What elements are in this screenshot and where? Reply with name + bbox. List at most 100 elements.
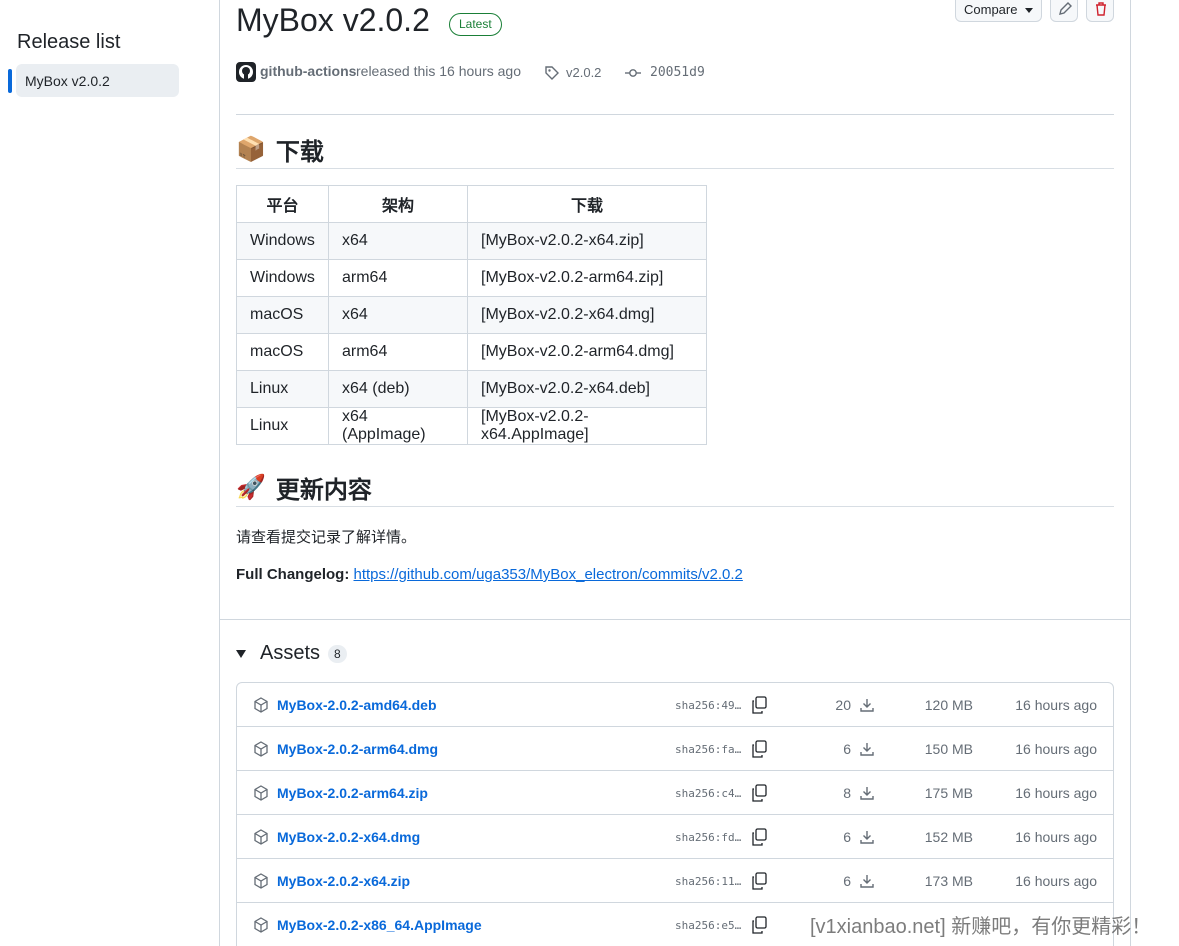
asset-time: 16 hours ago [1015,697,1097,713]
download-icon [860,875,874,888]
asset-size: 150 MB [924,741,973,757]
table-header-row: 平台 架构 下载 [236,185,707,223]
asset-row: MyBox-2.0.2-arm64.zip sha256:c4… 8 175 M… [237,771,1113,815]
table-header: 平台 [236,185,329,223]
release-commit[interactable]: 20051d9 [650,65,705,80]
asset-link[interactable]: MyBox-2.0.2-x64.zip [277,873,410,889]
table-cell: x64 [328,222,468,260]
package-icon [254,829,268,845]
table-cell: macOS [236,296,329,334]
download-heading: 📦 下载 [236,132,324,167]
asset-row: MyBox-2.0.2-x64.zip sha256:11… 6 173 MB … [237,859,1113,903]
asset-link[interactable]: MyBox-2.0.2-arm64.dmg [277,741,438,757]
asset-row: MyBox-2.0.2-amd64.deb sha256:49… 20 120 … [237,683,1113,727]
package-icon [254,917,268,933]
asset-time: 16 hours ago [1015,741,1097,757]
sidebar: Release list MyBox v2.0.2 [0,0,200,946]
asset-link[interactable]: MyBox-2.0.2-x64.dmg [277,829,420,845]
assets-title: Assets [260,642,321,664]
asset-link[interactable]: MyBox-2.0.2-arm64.zip [277,785,428,801]
compare-button[interactable]: Compare [955,0,1042,22]
asset-sha: sha256:11… [675,875,742,888]
download-table: 平台 架构 下载 Windows x64 [MyBox-v2.0.2-x64.z… [236,185,707,445]
asset-link[interactable]: MyBox-2.0.2-x86_64.AppImage [277,917,482,933]
copy-icon[interactable] [751,740,767,758]
table-cell: [MyBox-v2.0.2-x64.dmg] [467,296,707,334]
asset-row: MyBox-2.0.2-x64.dmg sha256:fd… 6 152 MB … [237,815,1113,859]
tag-icon [545,66,559,80]
asset-time: 16 hours ago [1015,785,1097,801]
section-divider [219,619,1131,620]
release-time: released this 16 hours ago [356,63,521,79]
copy-icon[interactable] [751,784,767,802]
table-row: Windows x64 [MyBox-v2.0.2-x64.zip] [236,222,707,260]
table-cell: Linux [236,407,329,445]
triangle-down-icon [236,649,246,658]
sidebar-item-mybox-v2-0-2[interactable]: MyBox v2.0.2 [8,64,179,97]
table-row: macOS x64 [MyBox-v2.0.2-x64.dmg] [236,296,707,334]
changelog-label: Full Changelog: [236,566,350,583]
rocket-icon: 🚀 [236,474,266,501]
assets-count-badge: 8 [328,644,347,663]
updates-text: 请查看提交记录了解详情。 [236,529,417,546]
asset-time: 16 hours ago [1015,829,1097,845]
asset-sha: sha256:c4… [675,787,742,800]
copy-icon[interactable] [751,916,767,934]
asset-size: 173 MB [924,873,973,889]
commit-icon [625,69,641,77]
asset-link[interactable]: MyBox-2.0.2-amd64.deb [277,697,437,713]
table-cell: [MyBox-v2.0.2-x64.AppImage] [467,407,707,445]
asset-download-count: 6 [843,873,851,889]
latest-badge: Latest [449,13,502,36]
table-cell: Windows [236,259,329,297]
asset-download-count: 8 [843,785,851,801]
release-author[interactable]: github-actions [260,63,356,79]
assets-list: MyBox-2.0.2-amd64.deb sha256:49… 20 120 … [236,682,1114,946]
trash-icon [1096,2,1106,16]
asset-sha: sha256:e5… [675,919,742,932]
release-title: MyBox v2.0.2 [236,2,430,38]
asset-time: 16 hours ago [1015,873,1097,889]
table-cell: arm64 [328,333,468,371]
table-row: Linux x64 (deb) [MyBox-v2.0.2-x64.deb] [236,370,707,408]
asset-download-count: 6 [843,829,851,845]
package-icon [254,697,268,713]
asset-size: 175 MB [924,785,973,801]
updates-heading: 🚀 更新内容 [236,470,372,505]
divider [236,114,1114,115]
edit-button[interactable] [1050,0,1078,22]
delete-button[interactable] [1086,0,1114,22]
watermark: [v1xianbao.net] 新赚吧，有你更精彩！ [810,916,1152,938]
release-tag[interactable]: v2.0.2 [566,65,601,80]
table-cell: Linux [236,370,329,408]
asset-sha: sha256:fa… [675,743,742,756]
copy-icon[interactable] [751,872,767,890]
table-header: 下载 [467,185,707,223]
assets-toggle[interactable]: Assets 8 [236,642,347,665]
table-cell: [MyBox-v2.0.2-arm64.zip] [467,259,707,297]
table-cell: arm64 [328,259,468,297]
chevron-down-icon [1025,8,1034,14]
copy-icon[interactable] [751,828,767,846]
table-cell: x64 [328,296,468,334]
package-icon [254,741,268,757]
table-cell: [MyBox-v2.0.2-x64.deb] [467,370,707,408]
asset-sha: sha256:fd… [675,831,742,844]
package-icon: 📦 [236,136,266,163]
heading-underline [236,168,1114,169]
heading-underline [236,506,1114,507]
sidebar-title: Release list [17,31,121,53]
avatar[interactable] [236,62,256,82]
asset-size: 120 MB [924,697,973,713]
download-icon [860,787,874,800]
copy-icon[interactable] [751,696,767,714]
changelog-link[interactable]: https://github.com/uga353/MyBox_electron… [354,566,743,583]
asset-sha: sha256:49… [675,699,742,712]
full-changelog: Full Changelog: https://github.com/uga35… [236,566,743,583]
asset-download-count: 6 [843,741,851,757]
download-icon [860,831,874,844]
asset-size: 152 MB [924,829,973,845]
download-icon [860,699,874,712]
table-row: macOS arm64 [MyBox-v2.0.2-arm64.dmg] [236,333,707,371]
package-icon [254,785,268,801]
